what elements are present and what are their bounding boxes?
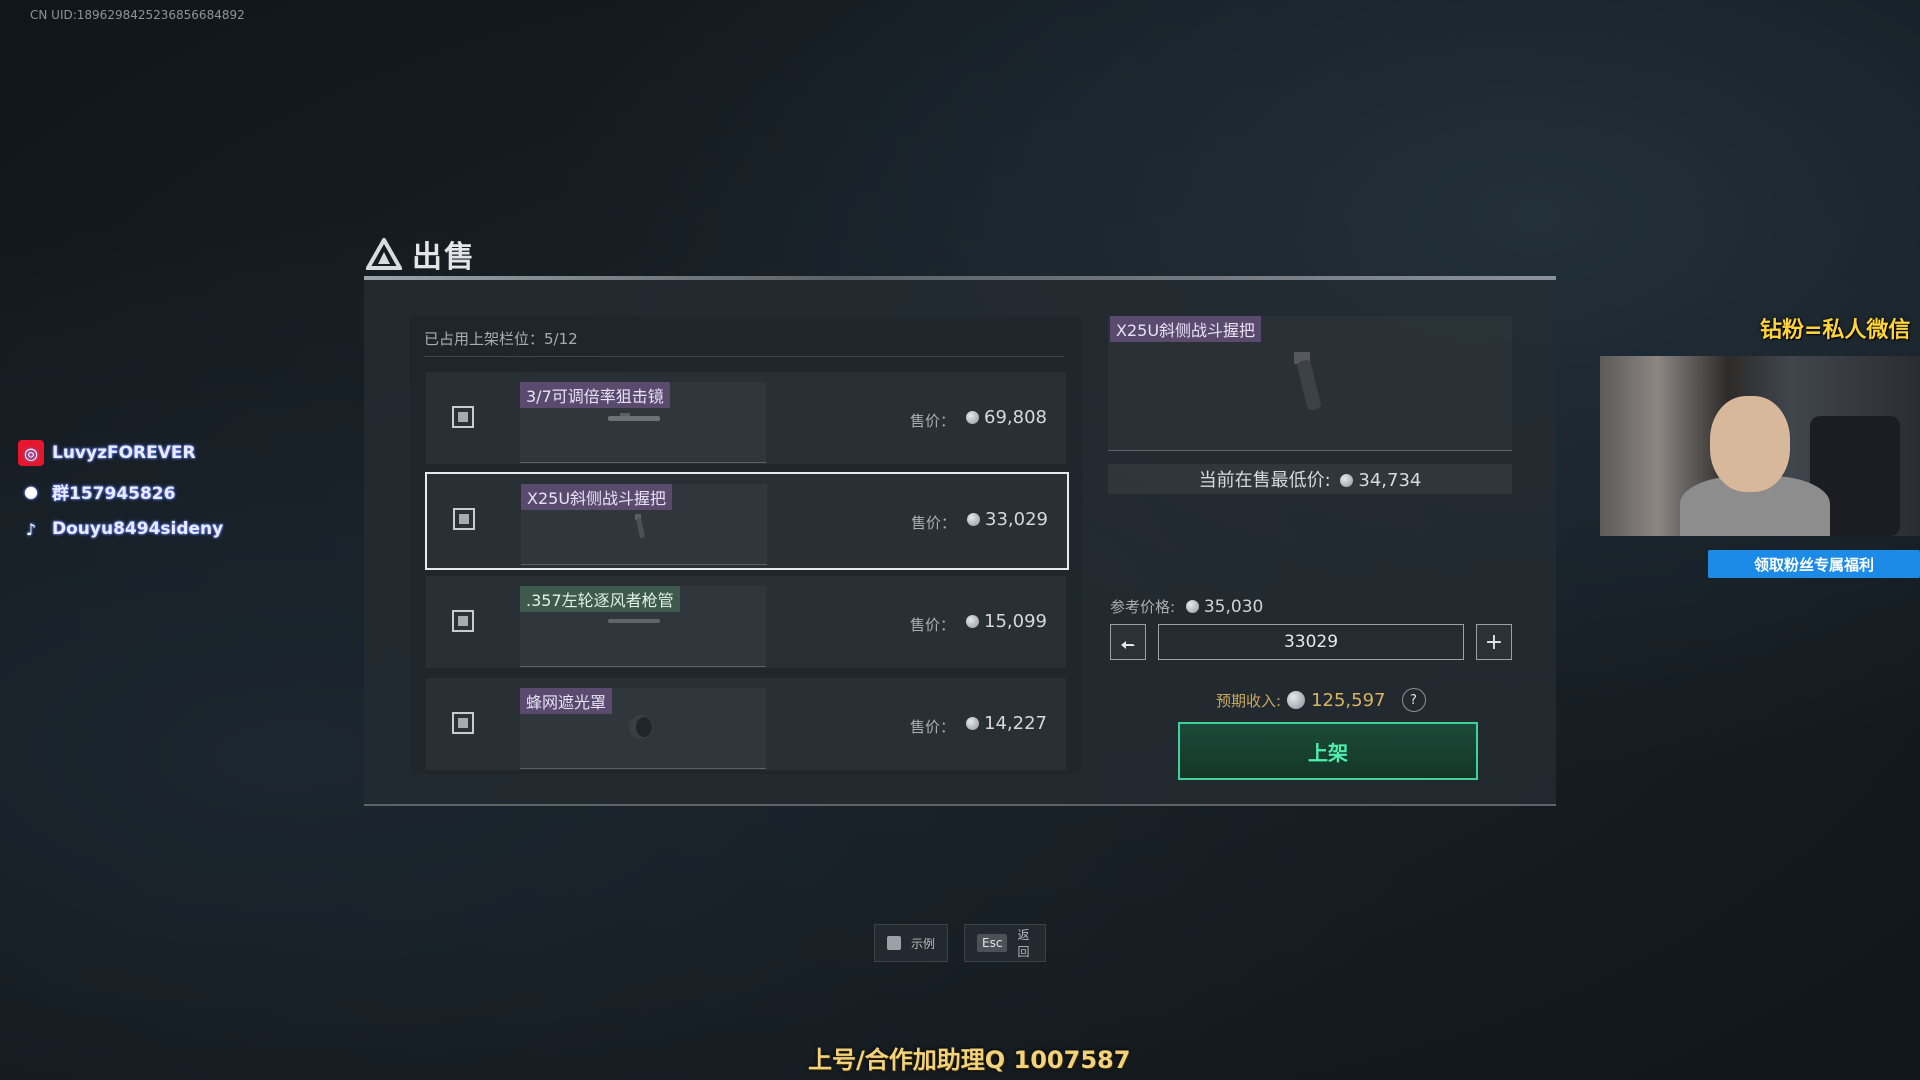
price-label: 售价： [910, 718, 956, 736]
uid-label: CN UID:1896298425236856684892 [30, 8, 245, 22]
price-value: 69,808 [966, 407, 1047, 428]
list-item-button[interactable]: 上架 [1178, 722, 1478, 780]
price-input[interactable] [1158, 624, 1464, 660]
weibo-icon: ◎ [18, 440, 44, 466]
reset-price-button[interactable] [1110, 624, 1146, 660]
income-value: 125,597 [1311, 689, 1386, 711]
coin-icon [966, 615, 979, 628]
streamer-face [1710, 396, 1790, 492]
row-checkbox[interactable] [452, 406, 474, 428]
coin-icon [967, 513, 980, 526]
price-number: 15,099 [984, 611, 1047, 632]
scope-image [608, 413, 660, 421]
coin-icon [966, 411, 979, 424]
mouse-icon [887, 936, 901, 950]
price-number: 33,029 [985, 509, 1048, 530]
price-label: 售价： [910, 616, 956, 634]
item-name: 3/7可调倍率狙击镜 [520, 382, 670, 408]
douyin-handle: ♪ Douyu8494sideny [18, 516, 223, 542]
price-number: 69,808 [984, 407, 1047, 428]
back-hint-label: 返回 [1017, 928, 1030, 959]
reference-price-value: 35,030 [1203, 597, 1264, 617]
qq-text: 群157945826 [52, 483, 176, 504]
pointer-hand-icon [1121, 641, 1135, 649]
coin-icon [966, 717, 979, 730]
price-number: 14,227 [984, 713, 1047, 734]
increase-price-button[interactable]: + [1476, 624, 1512, 660]
dialog-header: 出售 [366, 232, 476, 276]
price-value: 15,099 [966, 611, 1047, 632]
row-checkbox[interactable] [453, 508, 475, 530]
fan-benefits-button[interactable]: 领取粉丝专属福利 [1708, 550, 1920, 578]
listing-row-grip[interactable]: X25U斜侧战斗握把 售价： 33,029 [425, 472, 1069, 570]
row-checkbox[interactable] [452, 610, 474, 632]
listing-row-scope[interactable]: 3/7可调倍率狙击镜 售价： 69,808 [426, 372, 1066, 464]
grip-large-image [1294, 352, 1321, 410]
delta-logo-icon [366, 238, 402, 270]
lowest-price-value: 34,734 [1358, 470, 1422, 491]
example-hint-label: 示例 [911, 936, 936, 951]
promo-text: 钻粉=私人微信 [1760, 318, 1911, 343]
lowest-price: 当前在售最低价: 34,734 [1108, 466, 1512, 492]
grip-image [635, 514, 645, 538]
weibo-text: LuvyzFOREVER [52, 443, 196, 463]
income-label: 预期收入: [1216, 691, 1282, 710]
slot-usage: 已占用上架栏位：5/12 [424, 330, 578, 348]
coin-icon [1287, 691, 1306, 709]
honeycomb-image [629, 715, 653, 739]
price-label: 售价： [910, 412, 956, 430]
price-value: 14,227 [966, 713, 1047, 734]
example-hint[interactable]: 示例 [874, 924, 948, 962]
reference-price: 参考价格: 35,030 [1110, 596, 1263, 617]
item-name: X25U斜侧战斗握把 [521, 484, 673, 510]
dialog-title: 出售 [412, 240, 476, 275]
qq-handle: ● 群157945826 [18, 478, 175, 504]
price-value: 33,029 [967, 509, 1048, 530]
reference-price-label: 参考价格: [1110, 598, 1176, 616]
douyin-icon: ♪ [25, 519, 37, 539]
qq-penguin-icon: ● [24, 481, 38, 501]
weibo-handle: ◎ LuvyzFOREVER [18, 440, 196, 466]
slot-divider [424, 356, 1064, 357]
lowest-price-label: 当前在售最低价: [1198, 470, 1331, 491]
esc-key-icon: Esc [977, 934, 1008, 952]
row-checkbox[interactable] [452, 712, 474, 734]
item-name: 蜂网遮光罩 [520, 688, 613, 714]
detail-item-name: X25U斜侧战斗握把 [1110, 316, 1262, 342]
plus-icon: + [1484, 629, 1504, 655]
coin-icon [1185, 600, 1199, 613]
price-label: 售价： [911, 514, 957, 532]
back-hint[interactable]: Esc 返回 [964, 924, 1046, 962]
help-icon[interactable]: ? [1401, 688, 1426, 712]
coin-icon [1340, 474, 1354, 487]
listing-row-barrel[interactable]: .357左轮逐风者枪管 售价： 15,099 [426, 576, 1066, 668]
webcam-feed [1600, 356, 1920, 536]
bottom-ad-text: 上号/合作加助理Q 1007587 [808, 1046, 1131, 1074]
item-name: .357左轮逐风者枪管 [520, 586, 680, 612]
barrel-image [608, 619, 660, 623]
douyin-text: Douyu8494sideny [52, 519, 224, 539]
listing-row-honeycomb[interactable]: 蜂网遮光罩 售价： 14,227 [426, 678, 1066, 770]
expected-income: 预期收入: 125,597 ? [1216, 688, 1426, 712]
